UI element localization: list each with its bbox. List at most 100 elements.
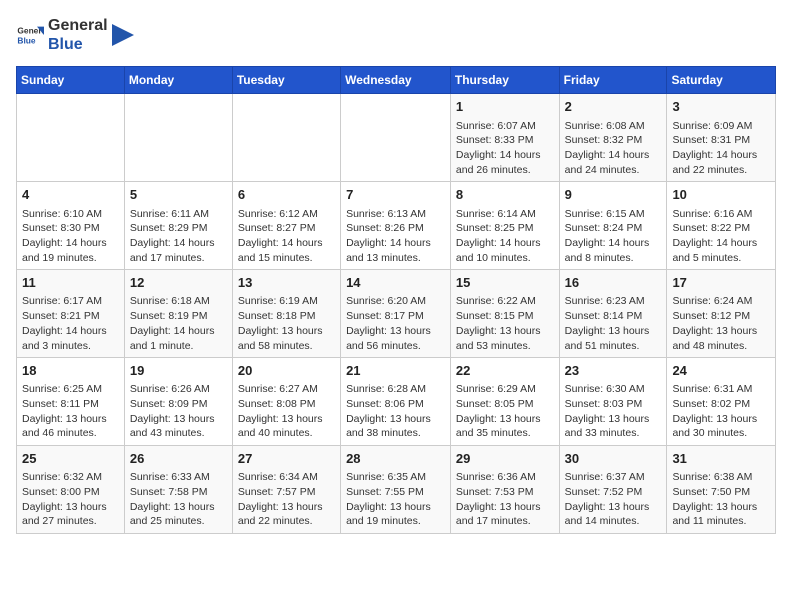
day-cell: 11Sunrise: 6:17 AMSunset: 8:21 PMDayligh… bbox=[17, 270, 125, 358]
day-cell: 14Sunrise: 6:20 AMSunset: 8:17 PMDayligh… bbox=[341, 270, 451, 358]
week-row-5: 25Sunrise: 6:32 AMSunset: 8:00 PMDayligh… bbox=[17, 446, 776, 534]
day-info: Sunrise: 6:28 AM bbox=[346, 382, 445, 397]
logo: General Blue General Blue bbox=[16, 16, 134, 54]
day-info: Daylight: 13 hours and 19 minutes. bbox=[346, 500, 445, 529]
day-info: Daylight: 14 hours and 1 minute. bbox=[130, 324, 227, 353]
day-info: Daylight: 13 hours and 53 minutes. bbox=[456, 324, 554, 353]
week-row-3: 11Sunrise: 6:17 AMSunset: 8:21 PMDayligh… bbox=[17, 270, 776, 358]
day-info: Daylight: 13 hours and 43 minutes. bbox=[130, 412, 227, 441]
day-cell: 4Sunrise: 6:10 AMSunset: 8:30 PMDaylight… bbox=[17, 182, 125, 270]
day-info: Sunset: 8:30 PM bbox=[22, 221, 119, 236]
day-number: 6 bbox=[238, 186, 335, 204]
day-info: Daylight: 14 hours and 8 minutes. bbox=[565, 236, 662, 265]
day-info: Sunset: 8:26 PM bbox=[346, 221, 445, 236]
day-number: 17 bbox=[672, 274, 770, 292]
day-number: 3 bbox=[672, 98, 770, 116]
day-info: Sunrise: 6:30 AM bbox=[565, 382, 662, 397]
day-number: 7 bbox=[346, 186, 445, 204]
day-number: 25 bbox=[22, 450, 119, 468]
day-info: Sunset: 8:14 PM bbox=[565, 309, 662, 324]
day-number: 15 bbox=[456, 274, 554, 292]
day-cell: 30Sunrise: 6:37 AMSunset: 7:52 PMDayligh… bbox=[559, 446, 667, 534]
logo-arrow-icon bbox=[112, 24, 134, 46]
day-info: Sunrise: 6:20 AM bbox=[346, 294, 445, 309]
day-info: Daylight: 13 hours and 27 minutes. bbox=[22, 500, 119, 529]
day-info: Daylight: 13 hours and 25 minutes. bbox=[130, 500, 227, 529]
day-info: Sunrise: 6:36 AM bbox=[456, 470, 554, 485]
day-cell: 15Sunrise: 6:22 AMSunset: 8:15 PMDayligh… bbox=[450, 270, 559, 358]
day-info: Sunrise: 6:29 AM bbox=[456, 382, 554, 397]
day-number: 19 bbox=[130, 362, 227, 380]
day-info: Daylight: 13 hours and 11 minutes. bbox=[672, 500, 770, 529]
day-number: 10 bbox=[672, 186, 770, 204]
day-cell: 16Sunrise: 6:23 AMSunset: 8:14 PMDayligh… bbox=[559, 270, 667, 358]
day-info: Daylight: 13 hours and 46 minutes. bbox=[22, 412, 119, 441]
day-info: Sunset: 8:22 PM bbox=[672, 221, 770, 236]
day-info: Sunrise: 6:34 AM bbox=[238, 470, 335, 485]
day-info: Sunset: 8:29 PM bbox=[130, 221, 227, 236]
day-number: 31 bbox=[672, 450, 770, 468]
day-info: Daylight: 13 hours and 35 minutes. bbox=[456, 412, 554, 441]
day-info: Sunrise: 6:33 AM bbox=[130, 470, 227, 485]
day-info: Daylight: 14 hours and 13 minutes. bbox=[346, 236, 445, 265]
day-number: 18 bbox=[22, 362, 119, 380]
day-cell: 9Sunrise: 6:15 AMSunset: 8:24 PMDaylight… bbox=[559, 182, 667, 270]
day-info: Sunset: 8:08 PM bbox=[238, 397, 335, 412]
day-info: Sunrise: 6:11 AM bbox=[130, 207, 227, 222]
logo-general-text: General bbox=[48, 17, 108, 34]
day-info: Sunset: 7:53 PM bbox=[456, 485, 554, 500]
svg-text:Blue: Blue bbox=[17, 36, 35, 46]
day-info: Sunrise: 6:37 AM bbox=[565, 470, 662, 485]
day-number: 26 bbox=[130, 450, 227, 468]
day-info: Sunrise: 6:09 AM bbox=[672, 119, 770, 134]
week-row-4: 18Sunrise: 6:25 AMSunset: 8:11 PMDayligh… bbox=[17, 358, 776, 446]
day-number: 8 bbox=[456, 186, 554, 204]
day-info: Daylight: 13 hours and 38 minutes. bbox=[346, 412, 445, 441]
day-info: Sunset: 8:06 PM bbox=[346, 397, 445, 412]
day-cell: 27Sunrise: 6:34 AMSunset: 7:57 PMDayligh… bbox=[232, 446, 340, 534]
day-cell: 1Sunrise: 6:07 AMSunset: 8:33 PMDaylight… bbox=[450, 94, 559, 182]
day-cell: 6Sunrise: 6:12 AMSunset: 8:27 PMDaylight… bbox=[232, 182, 340, 270]
day-cell: 3Sunrise: 6:09 AMSunset: 8:31 PMDaylight… bbox=[667, 94, 776, 182]
day-info: Sunset: 8:12 PM bbox=[672, 309, 770, 324]
weekday-header-monday: Monday bbox=[124, 67, 232, 94]
day-cell: 19Sunrise: 6:26 AMSunset: 8:09 PMDayligh… bbox=[124, 358, 232, 446]
day-info: Sunrise: 6:38 AM bbox=[672, 470, 770, 485]
logo-blue-text: Blue bbox=[48, 36, 83, 53]
day-info: Sunset: 8:03 PM bbox=[565, 397, 662, 412]
day-number: 13 bbox=[238, 274, 335, 292]
day-number: 27 bbox=[238, 450, 335, 468]
day-number: 28 bbox=[346, 450, 445, 468]
day-info: Sunset: 8:11 PM bbox=[22, 397, 119, 412]
day-info: Sunset: 8:15 PM bbox=[456, 309, 554, 324]
day-info: Daylight: 13 hours and 30 minutes. bbox=[672, 412, 770, 441]
day-info: Daylight: 13 hours and 14 minutes. bbox=[565, 500, 662, 529]
day-info: Sunset: 8:24 PM bbox=[565, 221, 662, 236]
weekday-header-saturday: Saturday bbox=[667, 67, 776, 94]
day-cell: 29Sunrise: 6:36 AMSunset: 7:53 PMDayligh… bbox=[450, 446, 559, 534]
day-info: Sunrise: 6:17 AM bbox=[22, 294, 119, 309]
day-cell: 20Sunrise: 6:27 AMSunset: 8:08 PMDayligh… bbox=[232, 358, 340, 446]
day-info: Sunset: 8:21 PM bbox=[22, 309, 119, 324]
day-number: 23 bbox=[565, 362, 662, 380]
day-number: 14 bbox=[346, 274, 445, 292]
day-info: Sunrise: 6:15 AM bbox=[565, 207, 662, 222]
day-info: Sunrise: 6:23 AM bbox=[565, 294, 662, 309]
day-cell: 8Sunrise: 6:14 AMSunset: 8:25 PMDaylight… bbox=[450, 182, 559, 270]
day-cell: 2Sunrise: 6:08 AMSunset: 8:32 PMDaylight… bbox=[559, 94, 667, 182]
day-info: Sunset: 7:57 PM bbox=[238, 485, 335, 500]
day-cell: 23Sunrise: 6:30 AMSunset: 8:03 PMDayligh… bbox=[559, 358, 667, 446]
day-info: Sunrise: 6:32 AM bbox=[22, 470, 119, 485]
weekday-header-thursday: Thursday bbox=[450, 67, 559, 94]
day-info: Daylight: 14 hours and 10 minutes. bbox=[456, 236, 554, 265]
day-number: 4 bbox=[22, 186, 119, 204]
day-cell: 17Sunrise: 6:24 AMSunset: 8:12 PMDayligh… bbox=[667, 270, 776, 358]
day-cell bbox=[232, 94, 340, 182]
day-number: 22 bbox=[456, 362, 554, 380]
day-info: Daylight: 14 hours and 5 minutes. bbox=[672, 236, 770, 265]
day-info: Daylight: 14 hours and 19 minutes. bbox=[22, 236, 119, 265]
day-info: Daylight: 13 hours and 51 minutes. bbox=[565, 324, 662, 353]
day-cell: 26Sunrise: 6:33 AMSunset: 7:58 PMDayligh… bbox=[124, 446, 232, 534]
day-number: 1 bbox=[456, 98, 554, 116]
day-info: Sunset: 8:18 PM bbox=[238, 309, 335, 324]
